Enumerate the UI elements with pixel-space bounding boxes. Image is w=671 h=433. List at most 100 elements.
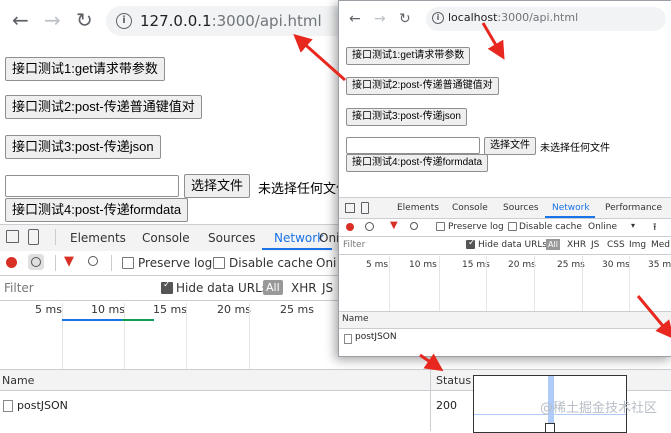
divider xyxy=(55,255,56,271)
timing-bar-green xyxy=(122,319,154,321)
filter-icon[interactable]: ▼ xyxy=(64,254,74,269)
filter-img[interactable]: Img xyxy=(629,240,646,250)
hide-data-urls-checkbox[interactable] xyxy=(161,280,173,294)
search-icon[interactable] xyxy=(88,256,98,266)
tab-console[interactable]: Console xyxy=(452,203,488,213)
tab-more[interactable]: Oni xyxy=(319,231,339,245)
filter-bar: Filter Hide data URLs All XHR JS CSS Img… xyxy=(339,236,671,255)
devtools-tab-bar: Elements Console Sources Network Perform… xyxy=(339,198,671,219)
preserve-log-checkbox[interactable] xyxy=(436,222,445,231)
column-divider xyxy=(430,390,431,431)
request-name[interactable]: postJSON xyxy=(17,399,68,412)
back-arrow-icon[interactable]: ← xyxy=(349,12,361,26)
preserve-log-checkbox[interactable] xyxy=(122,257,134,269)
preserve-log-label: Preserve log xyxy=(138,256,213,270)
throttling-select[interactable]: Oni xyxy=(316,256,336,270)
import-icon[interactable]: ⭱ xyxy=(653,220,657,237)
gridline xyxy=(582,256,583,311)
filter-input[interactable]: Filter xyxy=(4,281,34,295)
disable-cache-checkbox[interactable] xyxy=(213,257,225,269)
gridline xyxy=(629,256,630,311)
gridline xyxy=(486,256,487,311)
gridline xyxy=(534,256,535,311)
choose-file-button[interactable]: 选择文件 xyxy=(184,174,251,198)
filter-input[interactable]: Filter xyxy=(343,240,365,250)
filter-css[interactable]: CSS xyxy=(607,240,625,250)
record-icon[interactable] xyxy=(6,257,17,268)
request-name[interactable]: postJSON xyxy=(355,332,397,342)
reload-icon[interactable]: ↻ xyxy=(76,10,93,30)
test1-button[interactable]: 接口测试1:get请求带参数 xyxy=(346,47,471,65)
back-arrow-icon[interactable]: ← xyxy=(12,10,29,30)
column-name[interactable]: Name xyxy=(2,374,34,387)
tab-console[interactable]: Console xyxy=(142,231,190,245)
filter-xhr[interactable]: XHR xyxy=(291,281,317,295)
tab-elements[interactable]: Elements xyxy=(397,203,439,213)
file-input[interactable] xyxy=(5,175,179,197)
gridline xyxy=(186,303,187,369)
column-divider xyxy=(430,370,431,390)
tick-label: 25 ms xyxy=(280,303,314,316)
filter-xhr[interactable]: XHR xyxy=(567,240,586,250)
no-file-label: 未选择任何文件 xyxy=(258,182,350,197)
watermark: @稀土掘金技术社区 xyxy=(539,401,657,416)
info-icon[interactable]: i xyxy=(116,13,132,29)
hide-data-urls-checkbox[interactable] xyxy=(466,238,476,249)
disable-cache-checkbox[interactable] xyxy=(508,222,517,231)
tick-label: 35 m xyxy=(648,260,671,270)
throttling-select[interactable]: Online xyxy=(588,222,617,232)
column-status[interactable]: Status xyxy=(436,374,471,387)
choose-file-button[interactable]: 选择文件 xyxy=(484,137,536,155)
inspect-icon[interactable] xyxy=(345,203,355,213)
tick-label: 25 ms xyxy=(557,260,585,270)
test4-button[interactable]: 接口测试4:post-传递formdata xyxy=(5,198,189,222)
preserve-log-label: Preserve log xyxy=(448,222,504,232)
address-bar[interactable]: i localhost:3000/api.html xyxy=(426,7,666,31)
tick-label: 15 ms xyxy=(153,303,187,316)
gridline xyxy=(389,256,390,311)
test3-button[interactable]: 接口测试3:post-传递json xyxy=(5,135,161,159)
clear-icon[interactable] xyxy=(365,222,374,231)
test3-button[interactable]: 接口测试3:post-传递json xyxy=(346,108,467,126)
address-url: localhost:3000/api.html xyxy=(448,11,578,24)
divider xyxy=(55,229,56,245)
column-name[interactable]: Name xyxy=(342,314,369,324)
tab-sources[interactable]: Sources xyxy=(208,231,255,245)
filter-js[interactable]: JS xyxy=(322,281,333,295)
test4-button[interactable]: 接口测试4:post-传递formdata xyxy=(346,154,489,172)
device-toggle-icon[interactable] xyxy=(361,202,369,214)
filter-js[interactable]: JS xyxy=(591,240,599,250)
record-icon[interactable] xyxy=(346,223,354,231)
active-tab-indicator xyxy=(262,248,332,250)
search-icon[interactable] xyxy=(410,222,418,230)
reload-icon[interactable]: ↻ xyxy=(399,12,411,26)
test2-button[interactable]: 接口测试2:post-传递普通键值对 xyxy=(5,95,202,119)
request-status: 200 xyxy=(436,399,457,412)
gridline xyxy=(62,303,63,369)
filter-media[interactable]: Med xyxy=(651,240,670,250)
url-path: :3000/api.html xyxy=(497,11,579,24)
forward-arrow-icon[interactable]: → xyxy=(374,12,386,26)
clear-icon xyxy=(31,257,41,267)
tab-sources[interactable]: Sources xyxy=(503,203,539,213)
device-toggle-icon[interactable] xyxy=(28,229,39,245)
filter-icon[interactable]: ▼ xyxy=(390,220,398,231)
test2-button[interactable]: 接口测试2:post-传递普通键值对 xyxy=(346,77,499,95)
tab-network[interactable]: Network xyxy=(552,203,590,213)
disable-cache-label: Disable cache xyxy=(229,256,313,270)
filter-all-chip[interactable]: All xyxy=(263,280,283,295)
tick-label: 10 ms xyxy=(409,260,437,270)
tab-elements[interactable]: Elements xyxy=(70,231,126,245)
file-input[interactable] xyxy=(346,137,480,154)
forward-arrow-icon[interactable]: → xyxy=(44,10,61,30)
tab-performance[interactable]: Performance xyxy=(605,203,662,213)
filter-all-chip[interactable]: All xyxy=(546,239,560,250)
document-icon xyxy=(3,400,13,412)
dropdown-caret-icon[interactable]: ▾ xyxy=(631,221,635,230)
test1-button[interactable]: 接口测试1:get请求带参数 xyxy=(5,57,165,81)
info-icon[interactable]: i xyxy=(432,12,444,24)
tab-network[interactable]: Network xyxy=(274,231,324,245)
timing-bar-blue xyxy=(62,319,122,321)
inspect-icon[interactable] xyxy=(6,230,19,243)
devtools-panel: Elements Console Sources Network Perform… xyxy=(339,197,671,356)
